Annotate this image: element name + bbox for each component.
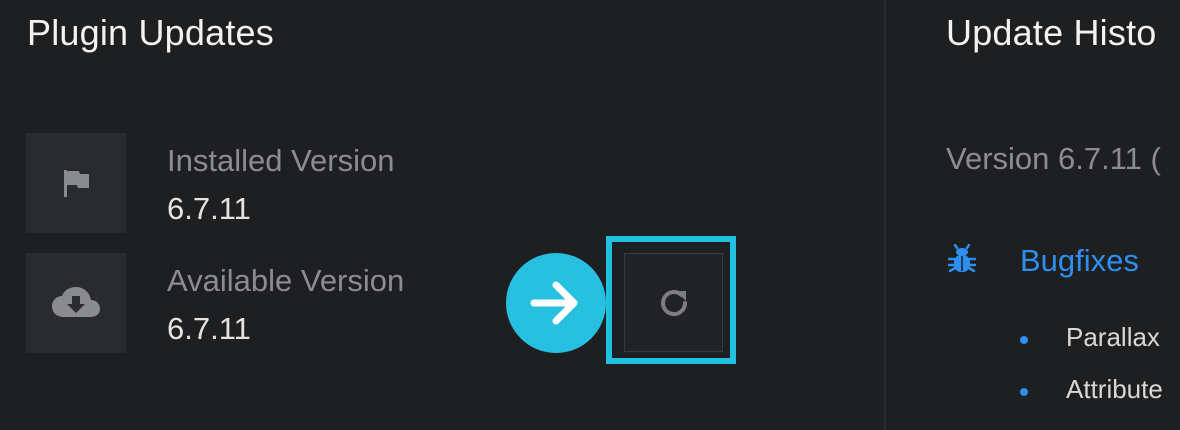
refresh-icon [660,289,687,316]
bugfixes-heading[interactable]: Bugfixes [1020,243,1139,279]
panel-divider [884,0,886,430]
list-item: Attribute [1020,374,1180,414]
installed-version-label: Installed Version [167,143,395,178]
update-history-title: Update Histo [946,12,1157,53]
bullet-dot [1020,336,1028,344]
available-version-value: 6.7.11 [167,311,251,346]
flag-icon [26,133,126,233]
plugin-updates-title: Plugin Updates [27,12,274,53]
history-version-line: Version 6.7.11 ( [946,141,1161,176]
cloud-download-icon [26,253,126,353]
arrow-right-icon [506,253,606,353]
bugfix-item-text: Attribute [1066,374,1163,404]
bullet-dot [1020,388,1028,396]
refresh-button[interactable] [624,253,723,352]
list-item: Parallax [1020,322,1180,362]
available-version-row: Available Version 6.7.11 [26,253,446,353]
installed-version-row: Installed Version 6.7.11 [26,133,446,233]
available-version-label: Available Version [167,263,405,298]
installed-version-value: 6.7.11 [167,191,251,226]
bug-icon [947,243,977,281]
bugfix-item-text: Parallax [1066,322,1160,352]
plugin-update-page: Plugin Updates Installed Version 6.7.11 … [0,0,1180,430]
